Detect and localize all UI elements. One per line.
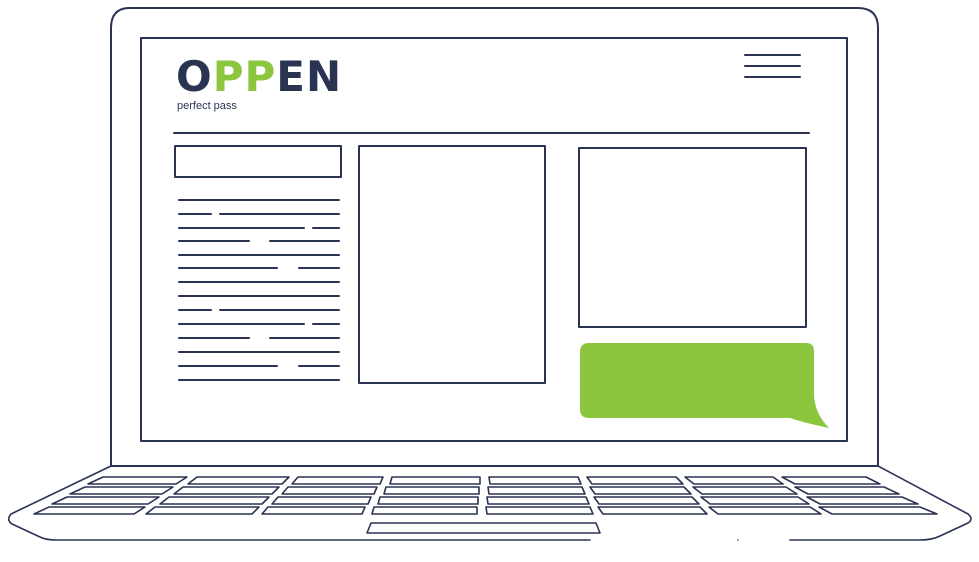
brand-logo: OPPEN perfect pass xyxy=(176,56,342,113)
keyboard-keys xyxy=(33,476,938,515)
content-panel-tall xyxy=(358,145,546,384)
search-box[interactable] xyxy=(174,145,342,178)
brand-name-part-2: PP xyxy=(212,52,277,101)
content-panel-image xyxy=(578,147,807,328)
laptop-illustration xyxy=(7,7,972,541)
trackpad[interactable] xyxy=(366,522,601,534)
brand-tagline: perfect pass xyxy=(177,100,237,112)
brand-name-part-1: O xyxy=(176,52,213,101)
text-block xyxy=(178,199,340,381)
hamburger-menu-icon[interactable] xyxy=(744,54,801,78)
brand-name: OPPEN xyxy=(176,56,342,98)
chat-bubble[interactable] xyxy=(580,343,829,428)
brand-name-part-3: EN xyxy=(276,52,343,101)
